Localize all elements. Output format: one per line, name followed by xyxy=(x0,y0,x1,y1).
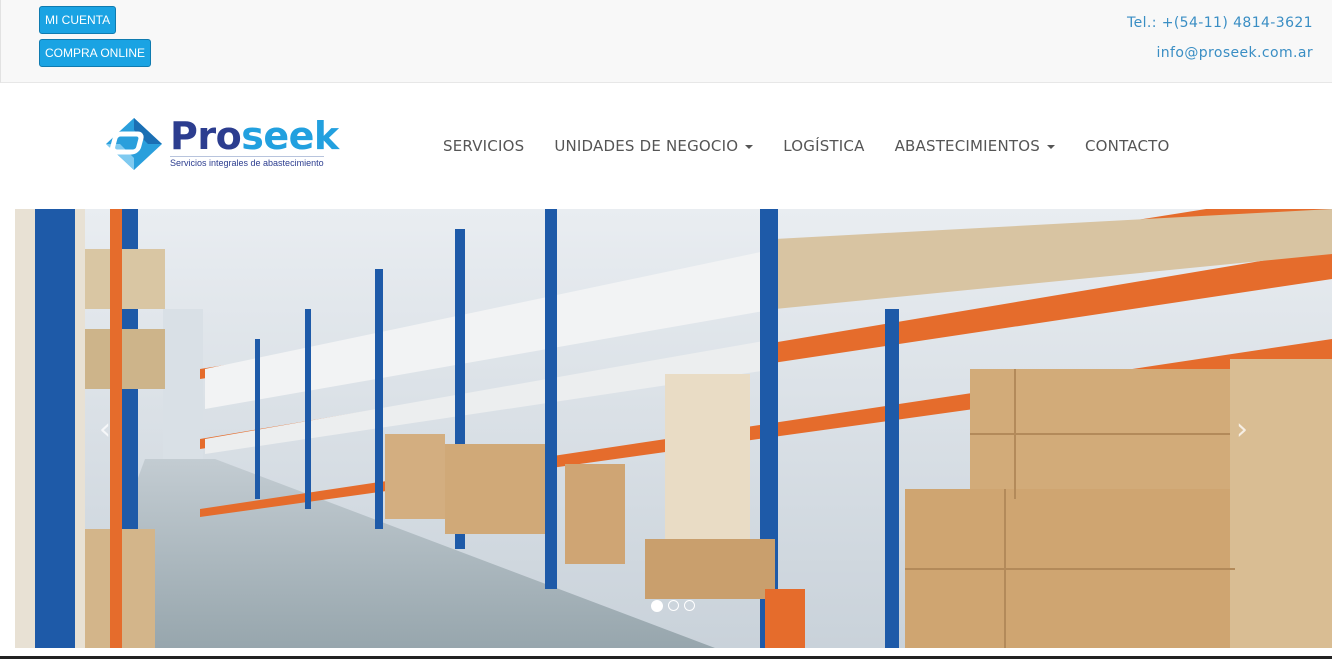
chevron-right-icon: › xyxy=(1236,412,1248,447)
nav-logistica[interactable]: LOGÍSTICA xyxy=(783,137,864,155)
nav-unidades-de-negocio[interactable]: UNIDADES DE NEGOCIO xyxy=(554,137,754,155)
nav-label: LOGÍSTICA xyxy=(783,137,865,155)
hero-carousel: ‹ › xyxy=(15,209,1332,648)
email-link[interactable]: info@proseek.com.ar xyxy=(1156,45,1313,61)
top-bar: MI CUENTA COMPRA ONLINE Tel.: +(54-11) 4… xyxy=(0,0,1332,83)
main-navbar: Proseek Servicios integrales de abasteci… xyxy=(0,84,1332,209)
logo-seek: seek xyxy=(241,114,339,158)
carousel-prev-button[interactable]: ‹ xyxy=(99,412,111,447)
brand-logo[interactable]: Proseek Servicios integrales de abasteci… xyxy=(104,114,344,172)
nav-label: CONTACTO xyxy=(1085,137,1170,155)
nav-label: ABASTECIMIENTOS xyxy=(894,137,1040,155)
nav-label: UNIDADES DE NEGOCIO xyxy=(554,137,739,155)
carousel-next-button[interactable]: › xyxy=(1236,412,1248,447)
shop-online-button[interactable]: COMPRA ONLINE xyxy=(39,39,152,67)
logo-tagline: Servicios integrales de abastecimiento xyxy=(170,156,324,168)
main-menu: SERVICIOS UNIDADES DE NEGOCIO LOGÍSTICA … xyxy=(443,137,1170,155)
warehouse-slide-image xyxy=(15,209,1332,648)
carousel-indicators xyxy=(651,600,695,612)
nav-abastecimientos[interactable]: ABASTECIMIENTOS xyxy=(895,137,1055,155)
carousel-indicator-2[interactable] xyxy=(668,600,679,611)
carousel-indicator-1[interactable] xyxy=(651,600,663,612)
nav-servicios[interactable]: SERVICIOS xyxy=(443,137,524,155)
logo-mark-icon xyxy=(106,118,162,170)
caret-down-icon xyxy=(745,144,754,149)
nav-label: SERVICIOS xyxy=(443,137,525,155)
carousel-indicator-3[interactable] xyxy=(684,600,695,611)
chevron-left-icon: ‹ xyxy=(99,412,111,447)
nav-contacto[interactable]: CONTACTO xyxy=(1085,137,1170,155)
logo-wordmark: Proseek xyxy=(170,114,339,158)
caret-down-icon xyxy=(1047,144,1055,149)
phone-link[interactable]: Tel.: +(54-11) 4814-3621 xyxy=(1127,15,1313,31)
logo-pro: Pro xyxy=(170,114,242,158)
my-account-button[interactable]: MI CUENTA xyxy=(39,6,117,34)
